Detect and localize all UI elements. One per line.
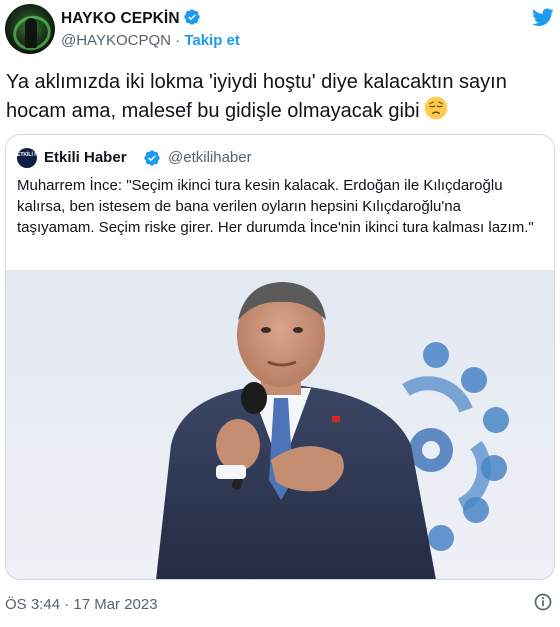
speaker-at-podium-photo <box>6 270 554 579</box>
tweet-text: Ya aklımızda iki lokma 'iyiydi hoştu' di… <box>6 69 551 125</box>
verified-badge-icon <box>183 9 200 25</box>
tweet-timestamp[interactable]: ÖS 3:44 · 17 Mar 2023 <box>5 596 158 613</box>
quoted-tweet[interactable]: ETKİLİ HABER Etkili Haber @etkilihaber M… <box>5 134 555 580</box>
author-name-row[interactable]: HAYKO CEPKİN <box>61 8 201 28</box>
author-avatar[interactable] <box>5 4 55 54</box>
quoted-author-handle[interactable]: @etkilihaber <box>168 149 252 166</box>
twitter-bird-icon[interactable] <box>531 6 555 28</box>
separator-dot: · <box>175 32 181 49</box>
quoted-photo[interactable] <box>6 270 554 579</box>
info-icon[interactable] <box>533 592 553 612</box>
author-name[interactable]: HAYKO CEPKİN <box>61 10 180 27</box>
quoted-avatar[interactable]: ETKİLİ HABER <box>17 148 52 168</box>
author-handle[interactable]: @HAYKOCPQN <box>61 32 171 49</box>
author-handle-row: @HAYKOCPQN · Takip et <box>61 32 240 49</box>
tweet-header: HAYKO CEPKİN @HAYKOCPQN · Takip et <box>0 0 560 60</box>
verified-badge-icon <box>144 150 160 166</box>
quoted-author-name[interactable]: Etkili Haber <box>44 149 127 166</box>
quoted-text: Muharrem İnce: "Seçim ikinci tura kesin … <box>17 177 534 236</box>
pensive-face-emoji-icon <box>424 96 447 120</box>
follow-button[interactable]: Takip et <box>184 32 240 49</box>
